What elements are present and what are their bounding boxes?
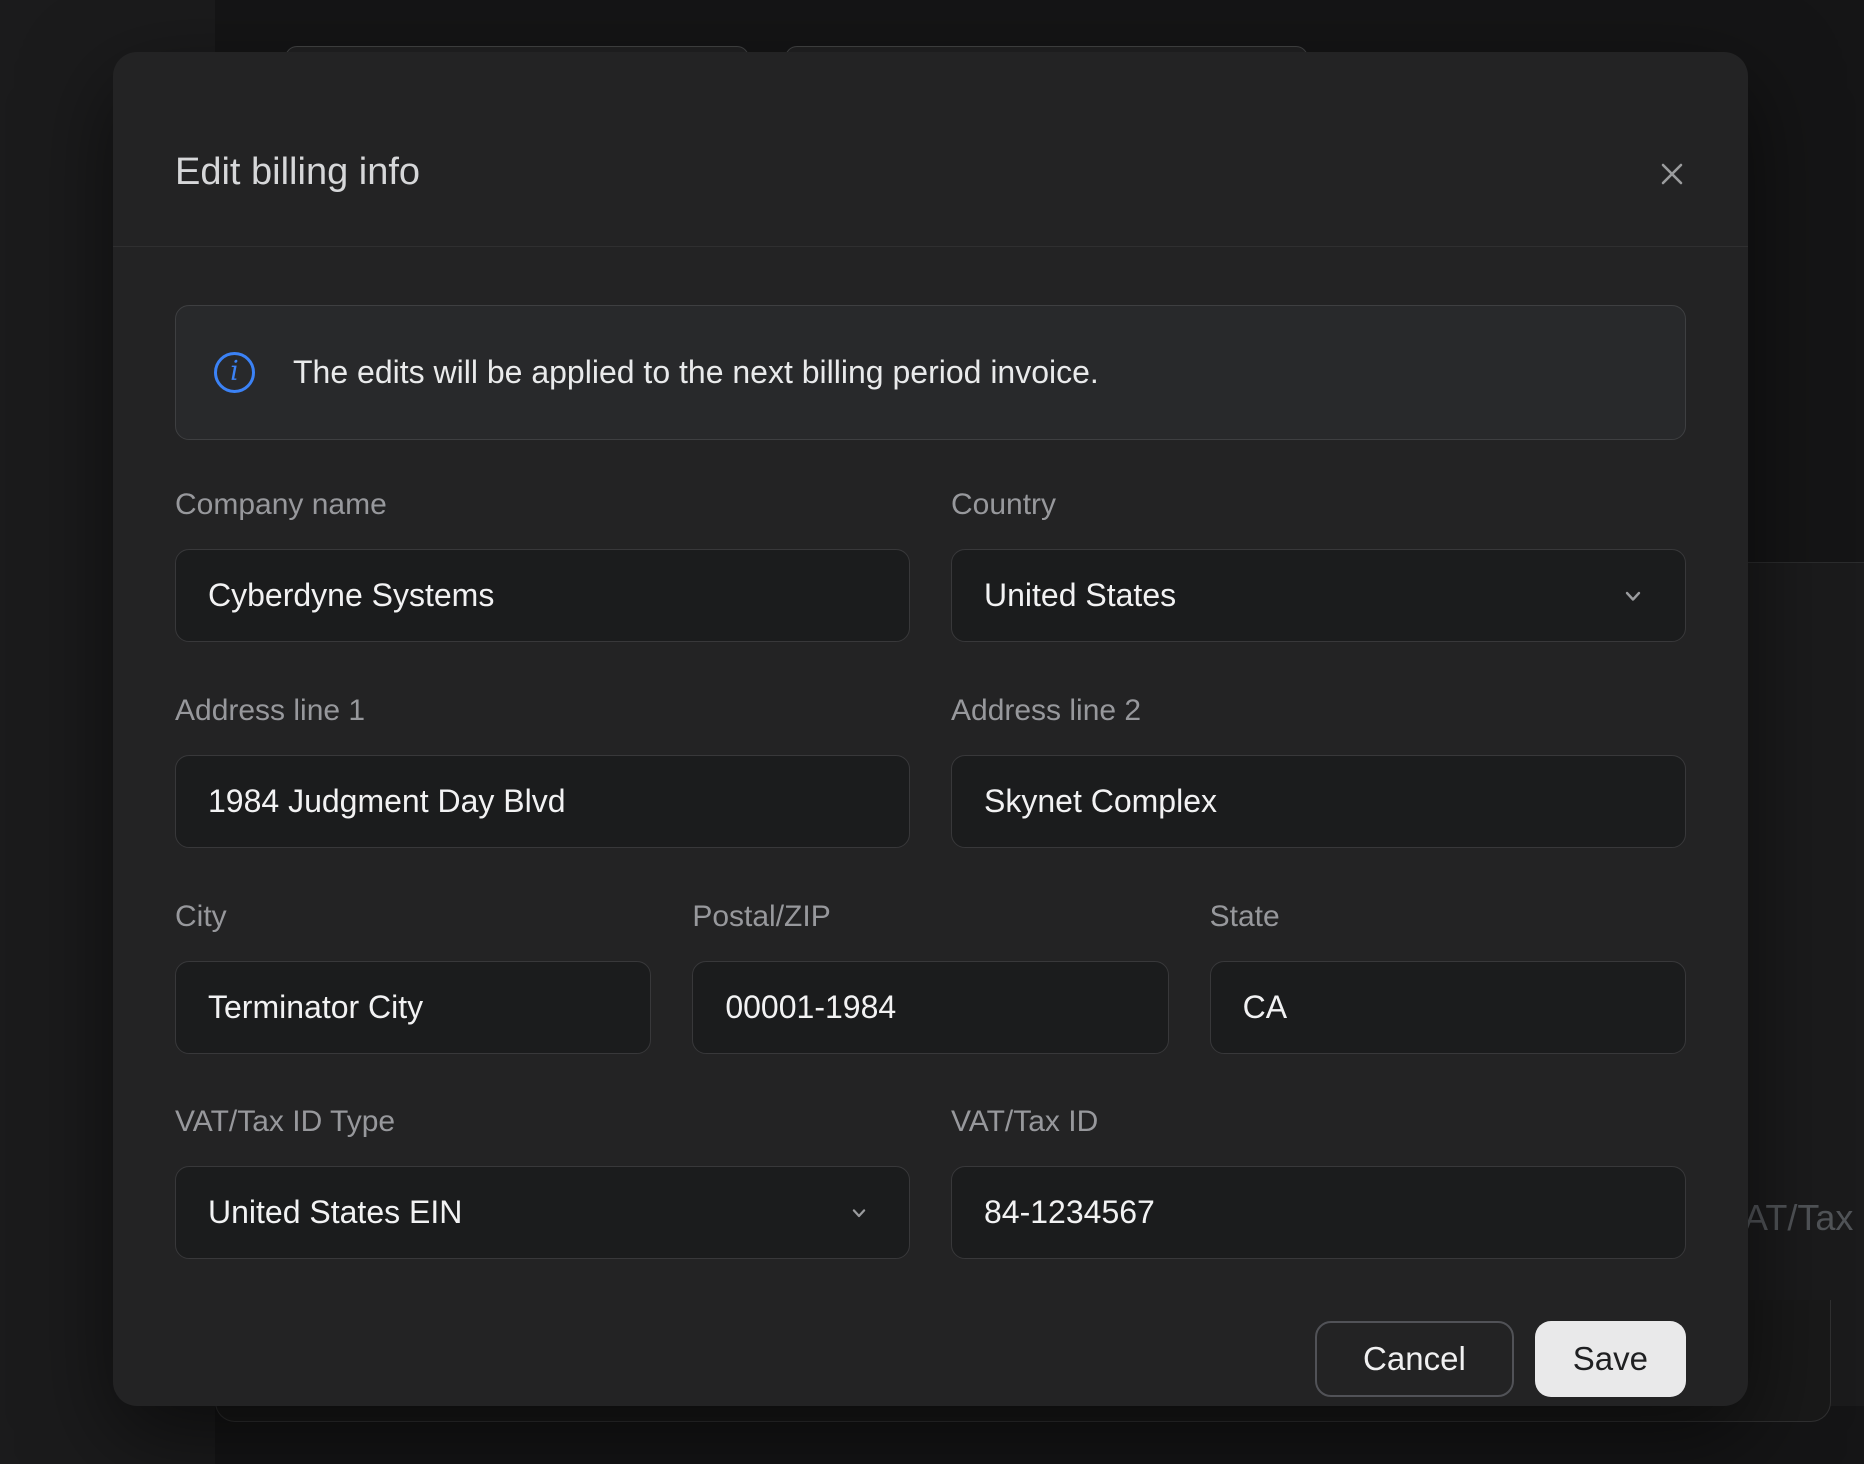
form-row-3: City Postal/ZIP State xyxy=(175,900,1686,1054)
state-input[interactable] xyxy=(1210,961,1686,1054)
vat-tax-id-type-select-value: United States EIN xyxy=(208,1194,847,1231)
save-button[interactable]: Save xyxy=(1535,1321,1686,1397)
company-name-label: Company name xyxy=(175,488,910,522)
city-input[interactable] xyxy=(175,961,651,1054)
address-line-1-input[interactable] xyxy=(175,755,910,848)
field-company-name: Company name xyxy=(175,488,910,642)
address-line-2-label: Address line 2 xyxy=(951,694,1686,728)
form-row-4: VAT/Tax ID Type United States EIN VAT/Ta… xyxy=(175,1105,1686,1259)
cancel-button[interactable]: Cancel xyxy=(1315,1321,1514,1397)
info-banner: i The edits will be applied to the next … xyxy=(175,305,1686,440)
city-label: City xyxy=(175,900,651,934)
postal-zip-label: Postal/ZIP xyxy=(692,900,1168,934)
vat-tax-id-type-select[interactable]: United States EIN xyxy=(175,1166,910,1259)
postal-zip-input[interactable] xyxy=(692,961,1168,1054)
close-button[interactable] xyxy=(1646,148,1698,200)
field-city: City xyxy=(175,900,651,1054)
country-select[interactable]: United States xyxy=(951,549,1686,642)
edit-billing-info-modal: Edit billing info i The edits will be ap… xyxy=(113,52,1748,1406)
vat-tax-id-input[interactable] xyxy=(951,1166,1686,1259)
field-state: State xyxy=(1210,900,1686,1054)
state-label: State xyxy=(1210,900,1686,934)
close-icon xyxy=(1655,157,1689,191)
modal-actions: Cancel Save xyxy=(175,1321,1686,1397)
info-icon: i xyxy=(214,352,255,393)
field-country: Country United States xyxy=(951,488,1686,642)
field-vat-tax-id-type: VAT/Tax ID Type United States EIN xyxy=(175,1105,910,1259)
form-row-1: Company name Country United States xyxy=(175,488,1686,642)
form-row-2: Address line 1 Address line 2 xyxy=(175,694,1686,848)
field-postal-zip: Postal/ZIP xyxy=(692,900,1168,1054)
address-line-2-input[interactable] xyxy=(951,755,1686,848)
vat-tax-id-type-label: VAT/Tax ID Type xyxy=(175,1105,910,1139)
country-label: Country xyxy=(951,488,1686,522)
chevron-down-icon xyxy=(847,1201,871,1225)
vat-tax-id-label: VAT/Tax ID xyxy=(951,1105,1686,1139)
modal-body: i The edits will be applied to the next … xyxy=(113,247,1748,1397)
info-banner-text: The edits will be applied to the next bi… xyxy=(293,354,1099,391)
field-address-line-1: Address line 1 xyxy=(175,694,910,848)
field-address-line-2: Address line 2 xyxy=(951,694,1686,848)
field-vat-tax-id: VAT/Tax ID xyxy=(951,1105,1686,1259)
modal-header: Edit billing info xyxy=(113,52,1748,247)
address-line-1-label: Address line 1 xyxy=(175,694,910,728)
modal-title: Edit billing info xyxy=(175,149,420,195)
background-partial-label: AT/Tax xyxy=(1744,1196,1853,1240)
company-name-input[interactable] xyxy=(175,549,910,642)
chevron-down-icon xyxy=(1619,582,1647,610)
country-select-value: United States xyxy=(984,577,1619,614)
